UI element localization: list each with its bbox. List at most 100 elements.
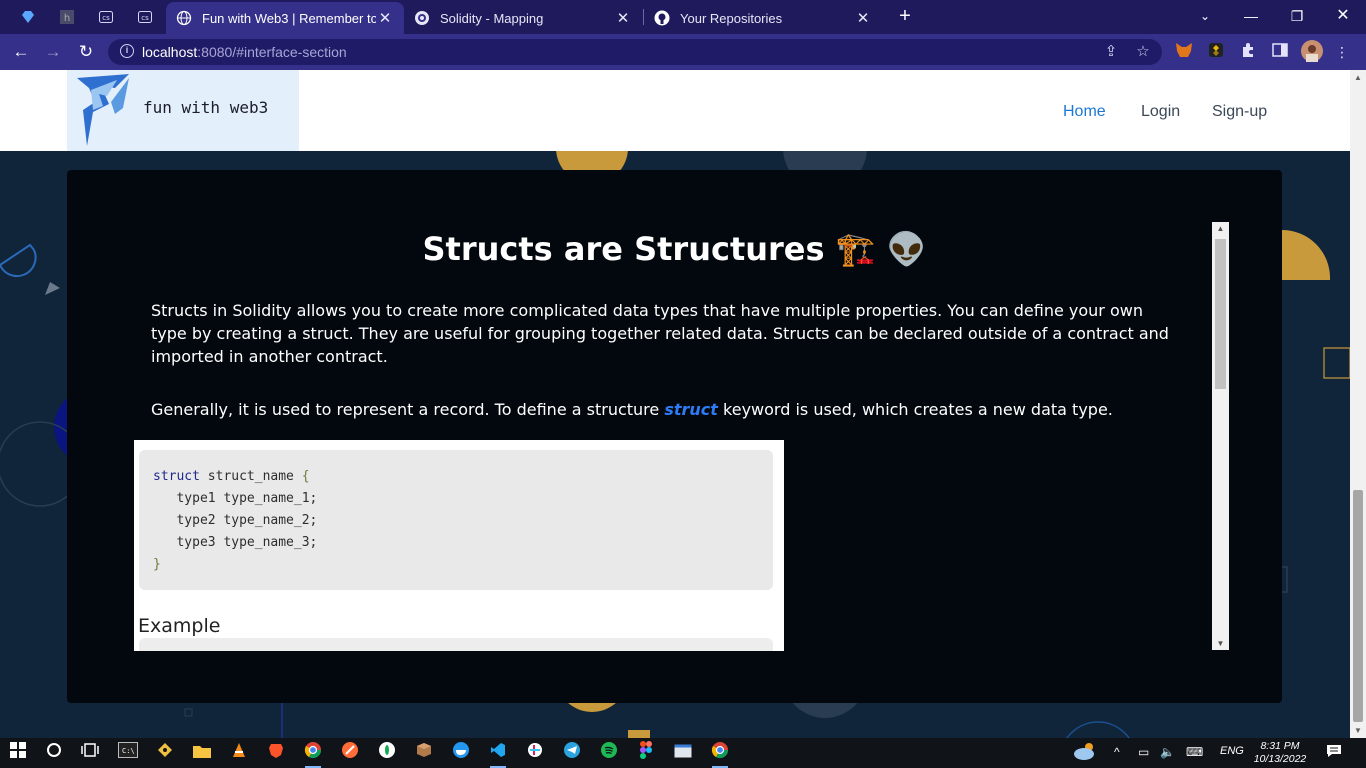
telegram-icon[interactable] bbox=[560, 741, 584, 765]
terminal-icon[interactable]: C:\ bbox=[116, 741, 140, 765]
pinned-tab-cs2-icon[interactable]: cs bbox=[127, 4, 163, 30]
tab-solidity-mapping[interactable]: Solidity - Mapping ✕ bbox=[404, 2, 642, 34]
svg-text:cs: cs bbox=[102, 14, 110, 22]
url-text[interactable]: localhost:8080/#interface-section bbox=[142, 44, 347, 60]
globe-icon bbox=[176, 10, 192, 26]
content-panel[interactable]: Structs are Structures 🏗️ 👽 Structs in S… bbox=[67, 170, 1282, 703]
tab-fun-with-web3[interactable]: Fun with Web3 | Remember to fu ✕ bbox=[166, 2, 404, 34]
file-explorer-icon[interactable] bbox=[190, 741, 214, 765]
panel-scrollbar[interactable]: ▲ ▼ bbox=[1212, 222, 1229, 650]
tab-search-chevron-icon[interactable]: ⌄ bbox=[1182, 0, 1228, 34]
pinned-tab-gem-icon[interactable] bbox=[10, 4, 46, 30]
panel-scroll-thumb[interactable] bbox=[1215, 239, 1226, 389]
clock-date: 10/13/2022 bbox=[1253, 753, 1307, 765]
kebab-menu-icon[interactable]: ⋮ bbox=[1332, 42, 1352, 62]
docker-icon[interactable] bbox=[449, 741, 473, 765]
geeksforgeeks-icon bbox=[414, 10, 430, 26]
code-open-brace: { bbox=[301, 469, 310, 484]
close-icon[interactable]: ✕ bbox=[854, 9, 872, 27]
definition-paragraph: Generally, it is used to represent a rec… bbox=[151, 398, 1181, 421]
logo-text: fun with web3 bbox=[143, 98, 269, 117]
section-heading: Structs are Structures 🏗️ 👽 bbox=[422, 230, 927, 268]
close-icon[interactable]: ✕ bbox=[376, 9, 394, 27]
browser-tab-bar: h cs cs Fun with Web3 | Remember to fu ✕… bbox=[0, 0, 1366, 34]
struct-keyword: struct bbox=[664, 400, 718, 419]
search-circle-icon[interactable] bbox=[42, 741, 66, 765]
notifications-icon[interactable] bbox=[1322, 741, 1346, 765]
scroll-up-arrow-icon[interactable]: ▲ bbox=[1212, 224, 1229, 233]
code-line-4: type3 type_name_3; bbox=[153, 535, 318, 550]
brave-icon[interactable] bbox=[264, 741, 288, 765]
nav-home-link[interactable]: Home bbox=[1063, 103, 1106, 121]
package-box-icon[interactable] bbox=[412, 741, 436, 765]
mongodb-compass-icon[interactable] bbox=[375, 741, 399, 765]
chrome-second-window-icon[interactable] bbox=[708, 741, 732, 768]
minimize-button[interactable]: — bbox=[1228, 0, 1274, 34]
pinned-tab-cs-icon[interactable]: cs bbox=[88, 4, 124, 30]
svg-text:h: h bbox=[64, 13, 70, 24]
language-indicator[interactable]: ENG bbox=[1220, 745, 1244, 757]
profile-avatar[interactable] bbox=[1301, 40, 1323, 62]
task-view-icon[interactable] bbox=[78, 741, 102, 765]
metamask-fox-icon[interactable] bbox=[1174, 42, 1194, 62]
svg-text:cs: cs bbox=[141, 14, 149, 22]
spotify-icon[interactable] bbox=[597, 741, 621, 765]
page-scroll-thumb[interactable] bbox=[1353, 490, 1363, 722]
vlc-icon[interactable] bbox=[227, 741, 251, 765]
weather-cloud-icon[interactable] bbox=[1072, 741, 1096, 765]
scroll-down-arrow-icon[interactable]: ▼ bbox=[1212, 639, 1229, 648]
app-window-icon[interactable] bbox=[671, 741, 695, 765]
extensions-puzzle-icon[interactable] bbox=[1238, 42, 1258, 62]
site-info-icon[interactable]: i bbox=[120, 44, 134, 58]
binance-wallet-icon[interactable] bbox=[1206, 42, 1226, 62]
back-arrow-icon[interactable]: ← bbox=[8, 40, 34, 64]
reload-icon[interactable]: ↻ bbox=[73, 40, 99, 64]
definition-text-start: Generally, it is used to represent a rec… bbox=[151, 400, 665, 419]
show-hidden-icons-chevron-icon[interactable]: ^ bbox=[1114, 745, 1120, 759]
forward-arrow-icon[interactable]: → bbox=[40, 40, 66, 64]
close-icon[interactable]: ✕ bbox=[614, 9, 632, 27]
code-line-3: type2 type_name_2; bbox=[153, 513, 318, 528]
site-logo[interactable]: fun with web3 bbox=[67, 70, 299, 151]
tab-your-repositories[interactable]: Your Repositories ✕ bbox=[644, 2, 882, 34]
code-keyword: struct bbox=[153, 469, 200, 484]
vscode-icon[interactable] bbox=[486, 741, 510, 768]
url-host: localhost bbox=[142, 44, 198, 60]
address-toolbar: ← → ↻ i localhost:8080/#interface-sectio… bbox=[0, 34, 1366, 70]
volume-icon[interactable]: 🔈 bbox=[1160, 745, 1175, 759]
close-window-button[interactable]: ✕ bbox=[1320, 0, 1366, 34]
share-icon[interactable]: ⇪ bbox=[1101, 42, 1121, 62]
page-scroll-down-arrow-icon[interactable]: ▼ bbox=[1353, 726, 1363, 735]
code-line-2: type1 type_name_1; bbox=[153, 491, 318, 506]
page-scrollbar[interactable]: ▲ ▼ bbox=[1350, 70, 1366, 738]
battery-icon[interactable]: ▭ bbox=[1138, 745, 1149, 759]
postman-icon[interactable] bbox=[338, 741, 362, 765]
nav-signup-link[interactable]: Sign-up bbox=[1212, 103, 1267, 121]
tab-title: Solidity - Mapping bbox=[440, 10, 544, 26]
page-scroll-up-arrow-icon[interactable]: ▲ bbox=[1353, 73, 1363, 82]
example-heading: Example bbox=[138, 615, 221, 637]
code-close-brace: } bbox=[153, 557, 161, 572]
system-clock[interactable]: 8:31 PM 10/13/2022 bbox=[1252, 740, 1308, 766]
code-block: struct struct_name { type1 type_name_1; … bbox=[139, 450, 773, 590]
new-tab-button[interactable]: + bbox=[893, 4, 917, 30]
windows-start-icon[interactable] bbox=[6, 741, 30, 765]
chrome-icon[interactable] bbox=[301, 741, 325, 768]
next-code-block bbox=[139, 638, 773, 651]
windows-taskbar: C:\ ^ ▭ 🔈 ⌨ ENG 8:31 PM 10/13/2022 bbox=[0, 738, 1366, 768]
slack-icon[interactable] bbox=[523, 741, 547, 765]
page-viewport: fun with web3 Home Login Sign-up Structs… bbox=[0, 70, 1350, 738]
restore-button[interactable]: ❐ bbox=[1274, 0, 1320, 34]
figma-icon[interactable] bbox=[634, 741, 658, 765]
git-icon[interactable] bbox=[153, 741, 177, 765]
definition-text-end: keyword is used, which creates a new dat… bbox=[717, 400, 1113, 419]
address-bar[interactable]: i localhost:8080/#interface-section ⇪ ☆ bbox=[108, 39, 1162, 65]
site-header: fun with web3 Home Login Sign-up bbox=[0, 70, 1350, 151]
intro-paragraph: Structs in Solidity allows you to create… bbox=[151, 301, 1169, 366]
bookmark-star-icon[interactable]: ☆ bbox=[1133, 42, 1153, 62]
side-panel-icon[interactable] bbox=[1270, 42, 1290, 62]
keyboard-icon[interactable]: ⌨ bbox=[1186, 745, 1203, 759]
pinned-tab-h-icon[interactable]: h bbox=[49, 4, 85, 30]
nav-login-link[interactable]: Login bbox=[1141, 103, 1180, 121]
url-path: :8080/#interface-section bbox=[197, 44, 347, 60]
